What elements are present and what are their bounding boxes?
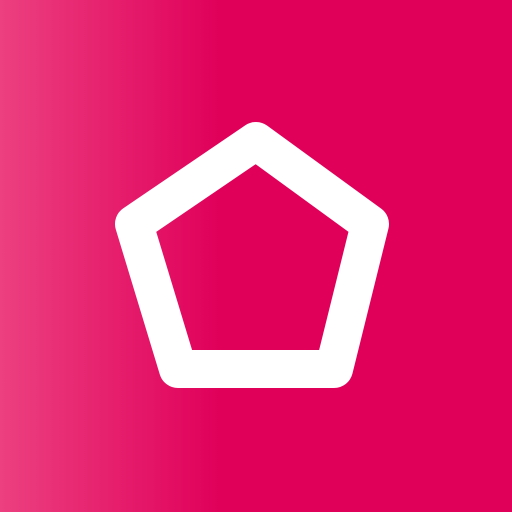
pentagon-outline [115, 122, 389, 388]
pentagon-icon [115, 122, 389, 388]
app-icon [0, 0, 512, 512]
